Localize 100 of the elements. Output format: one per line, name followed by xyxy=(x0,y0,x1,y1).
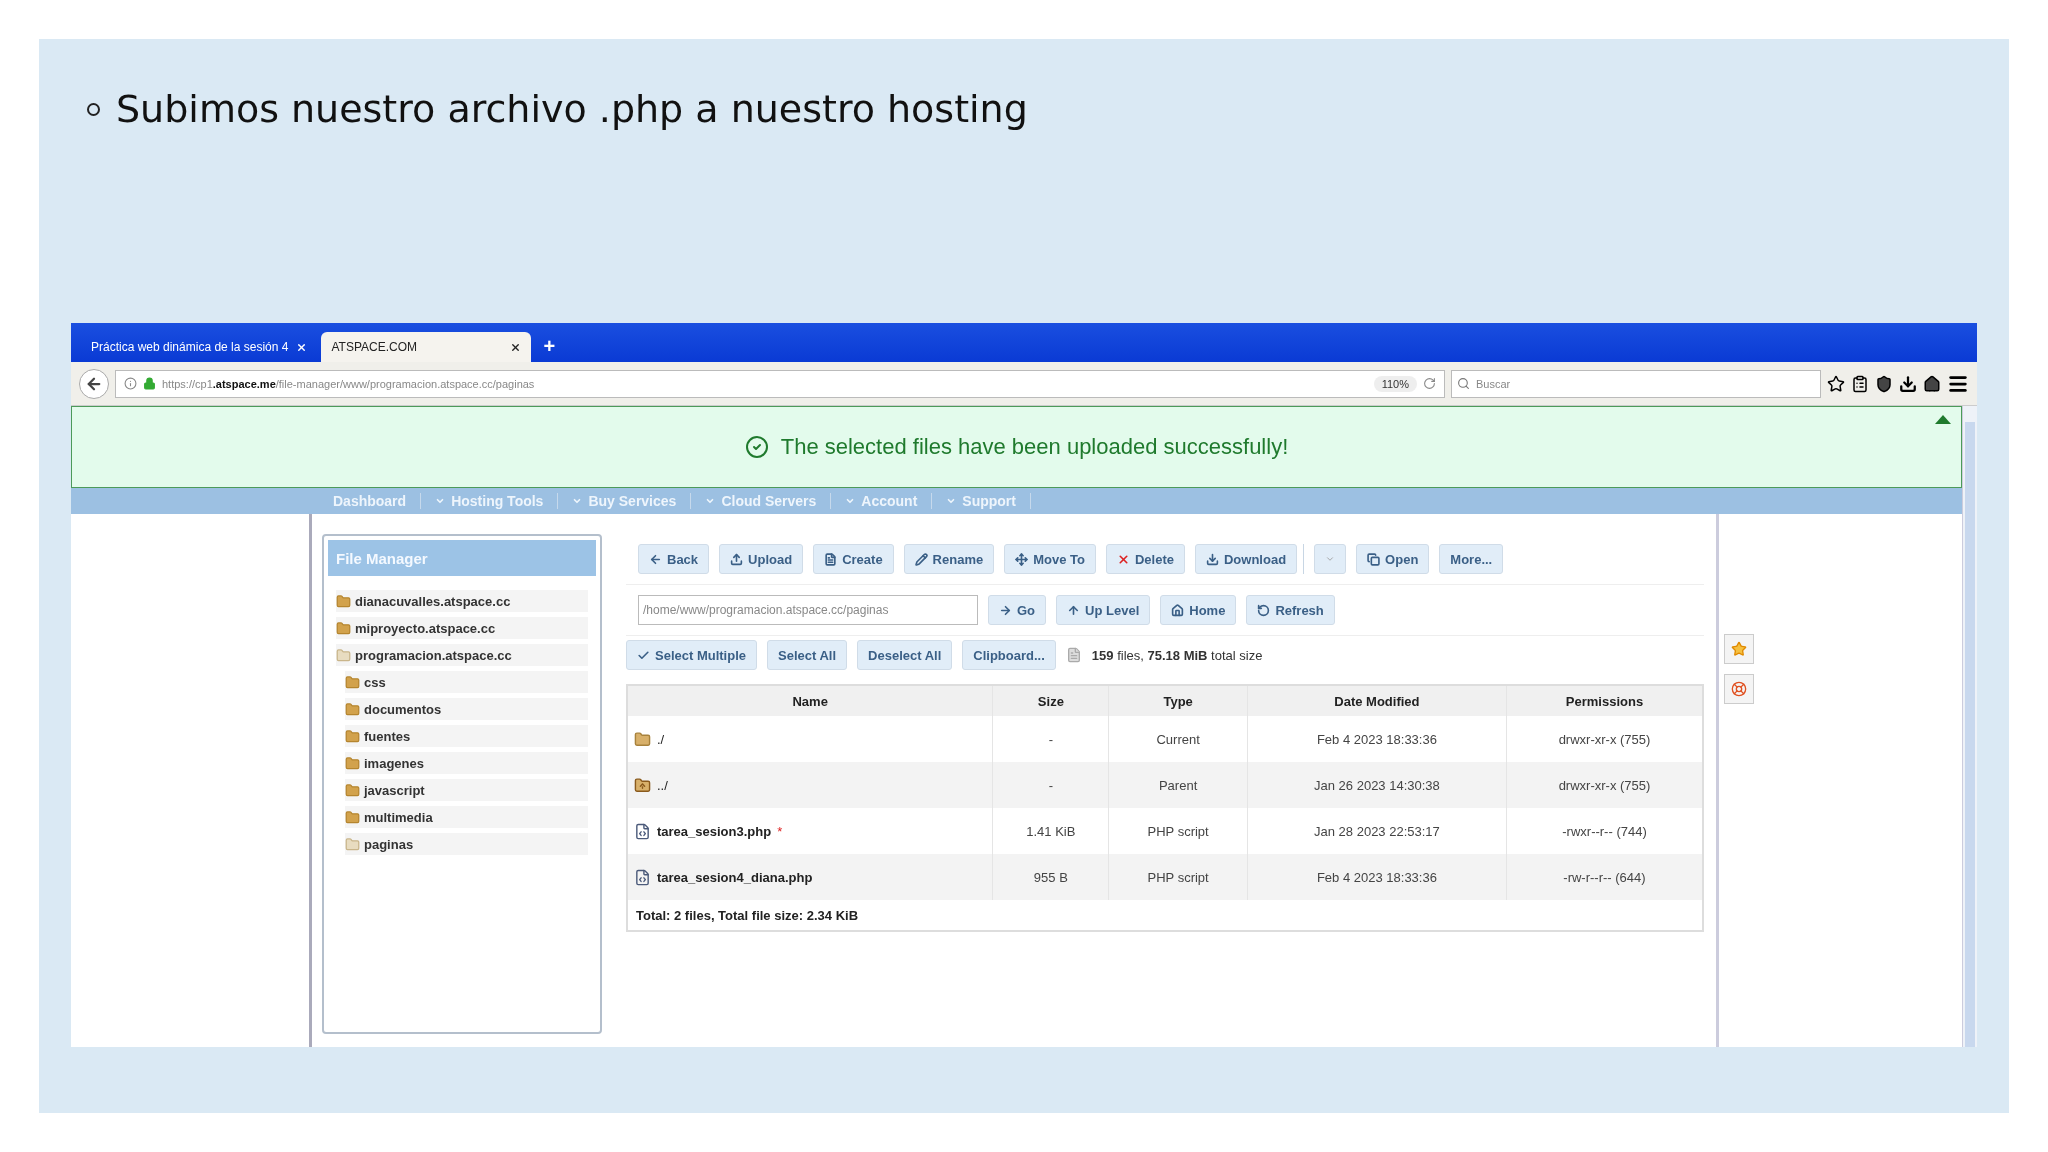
info-icon xyxy=(124,377,137,390)
download-icon[interactable] xyxy=(1899,374,1917,393)
toolbar-button[interactable]: Download xyxy=(1195,544,1298,574)
zoom-level[interactable]: 110% xyxy=(1373,375,1417,392)
folder-item[interactable]: dianacuvalles.atspace.cc xyxy=(336,590,588,612)
browser-tab[interactable]: Práctica web dinámica de la sesión 4 xyxy=(81,332,318,362)
close-icon[interactable] xyxy=(296,341,308,353)
toolbar-button[interactable]: Refresh xyxy=(1246,595,1335,625)
column-header[interactable]: Size xyxy=(992,685,1109,716)
table-footer: Total: 2 files, Total file size: 2.34 KiB xyxy=(627,900,1703,931)
folder-item[interactable]: javascript xyxy=(345,779,588,801)
bookmark-icon[interactable] xyxy=(1827,374,1845,393)
folder-item[interactable]: miproyecto.atspace.cc xyxy=(336,617,588,639)
home-icon[interactable] xyxy=(1923,374,1941,393)
folder-item[interactable]: css xyxy=(345,671,588,693)
lock-icon xyxy=(143,377,156,390)
document-icon xyxy=(824,552,838,566)
collapse-icon[interactable] xyxy=(1935,415,1951,424)
back-button[interactable] xyxy=(79,368,109,399)
folder-item[interactable]: documentos xyxy=(345,698,588,720)
scrollbar[interactable] xyxy=(1962,406,1977,1047)
column-header[interactable]: Type xyxy=(1108,685,1248,716)
slide-bullet-text: Subimos nuestro archivo .php a nuestro hosting xyxy=(116,87,1028,131)
home-icon xyxy=(1171,603,1185,617)
folder-icon xyxy=(634,730,651,748)
address-field[interactable]: https://cp1.atspace.me/file-manager/www/programacion.atspace.cc/paginas 110% xyxy=(115,369,1445,398)
name-cell[interactable]: tarea_sesion4_diana.php xyxy=(627,854,993,900)
panel-title: File Manager xyxy=(328,540,596,576)
path-field[interactable]: /home/www/programacion.atspace.cc/paginas xyxy=(638,595,978,625)
folder-item[interactable]: fuentes xyxy=(345,725,588,747)
toolbar-button[interactable]: Clipboard... xyxy=(962,640,1056,670)
column-header[interactable]: Name xyxy=(627,685,993,716)
pencil-icon xyxy=(914,552,928,566)
toolbar-button[interactable]: Open xyxy=(1356,544,1430,574)
folder-icon xyxy=(345,782,360,798)
toolbar-button[interactable]: Back xyxy=(638,544,710,574)
folder-item[interactable]: imagenes xyxy=(345,752,588,774)
download-icon xyxy=(1206,552,1219,566)
toolbar-button[interactable]: Delete xyxy=(1105,544,1185,574)
caret-icon xyxy=(435,496,446,506)
modified-mark: * xyxy=(777,823,783,839)
caret-icon xyxy=(1325,554,1336,564)
search-field[interactable]: Buscar xyxy=(1451,369,1821,398)
table-cell: 955 B xyxy=(992,854,1109,900)
banner-message: The selected files have been uploaded successfully! xyxy=(780,434,1289,460)
caret-icon xyxy=(845,496,856,506)
support-icon[interactable] xyxy=(1724,674,1754,704)
folder-icon xyxy=(345,809,360,825)
folder-item[interactable]: multimedia xyxy=(345,806,588,828)
toolbar-button[interactable]: Go xyxy=(988,595,1047,625)
check-icon xyxy=(637,648,650,662)
refresh-icon xyxy=(1257,603,1271,617)
folder-icon xyxy=(345,728,360,744)
move-icon xyxy=(1015,552,1029,566)
caret-icon xyxy=(572,496,583,506)
upload-icon xyxy=(730,552,744,566)
toolbar-button[interactable]: Create xyxy=(813,544,894,574)
reload-icon[interactable] xyxy=(1423,377,1436,390)
folder-icon xyxy=(345,755,360,771)
toolbar-button[interactable]: Select All xyxy=(767,640,848,670)
toolbar-button[interactable]: Rename xyxy=(903,544,995,574)
folder-item[interactable]: paginas xyxy=(345,833,588,855)
table-cell: PHP script xyxy=(1108,854,1248,900)
toolbar-button[interactable]: Move To xyxy=(1004,544,1096,574)
folder-up-icon xyxy=(634,776,651,794)
folder-icon xyxy=(345,674,360,690)
script-file-icon xyxy=(634,822,651,840)
folder-icon xyxy=(345,836,360,852)
column-header[interactable]: Permissions xyxy=(1506,685,1703,716)
toolbar-button[interactable]: Select Multiple xyxy=(626,640,758,670)
close-icon[interactable] xyxy=(510,341,522,353)
arrow-up-icon xyxy=(1067,603,1081,617)
url-text: https://cp1.atspace.me/file-manager/www/programacion.atspace.cc/paginas xyxy=(162,377,535,390)
check-circle-icon xyxy=(744,435,769,459)
folder-icon xyxy=(336,620,351,636)
toolbar-button[interactable]: Upload xyxy=(719,544,804,574)
toolbar-button[interactable]: Up Level xyxy=(1056,595,1151,625)
clipboard-icon[interactable] xyxy=(1851,374,1869,393)
copy-icon xyxy=(1367,552,1381,566)
arrow-left-icon xyxy=(649,552,662,566)
search-icon xyxy=(1457,376,1470,390)
bullet-icon xyxy=(87,102,100,116)
table-cell: Feb 4 2023 18:33:36 xyxy=(1247,854,1507,900)
toolbar-button[interactable]: Deselect All xyxy=(857,640,953,670)
table-cell: -rw-r--r-- (644) xyxy=(1506,854,1703,900)
toolbar-button[interactable]: Home xyxy=(1160,595,1237,625)
new-tab-button[interactable]: + xyxy=(535,335,564,362)
files-icon xyxy=(1065,647,1082,663)
shield-icon[interactable] xyxy=(1875,374,1893,393)
folder-icon xyxy=(345,701,360,717)
script-file-icon xyxy=(634,868,651,886)
folder-icon xyxy=(336,593,351,609)
caret-icon xyxy=(705,496,716,506)
caret-icon xyxy=(946,496,957,506)
folder-item[interactable]: programacion.atspace.cc xyxy=(336,644,588,666)
toolbar-button[interactable]: More... xyxy=(1439,544,1504,574)
browser-tab[interactable]: ATSPACE.COM xyxy=(321,332,532,362)
close-icon xyxy=(1116,552,1130,566)
file-summary: 159 files, 75.18 MiB total size xyxy=(1091,647,1263,663)
column-header[interactable]: Date Modified xyxy=(1247,685,1507,716)
